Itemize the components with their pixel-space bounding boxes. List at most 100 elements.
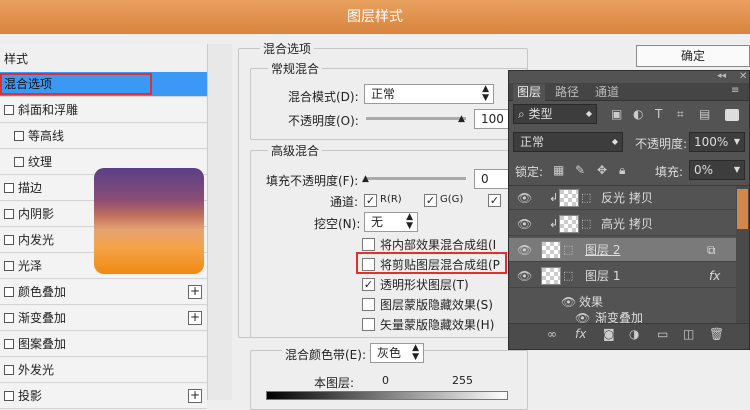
layer-row[interactable]: 👁︎ ↲ ⬚ 高光 拷贝: [509, 212, 736, 236]
style-item-9[interactable]: 渐变叠加 +: [0, 306, 207, 331]
lock-transparency-icon[interactable]: ▦: [553, 163, 564, 177]
layer-row[interactable]: 👁︎ ⬚ 图层 1 fx: [509, 264, 736, 288]
smart-filter-icon[interactable]: ▤: [699, 107, 710, 121]
gradient-bar[interactable]: [266, 391, 508, 400]
mask-icon[interactable]: ◙: [603, 327, 615, 341]
lock-move-icon[interactable]: ✥: [597, 163, 607, 177]
style-item-8[interactable]: 颜色叠加 +: [0, 280, 207, 305]
style-item-label: 等高线: [28, 129, 65, 143]
layer-fill-input[interactable]: 0% ▼: [689, 160, 745, 180]
shape-filter-icon[interactable]: ⌗: [677, 107, 684, 122]
highlight-box: [356, 252, 507, 274]
blend-option-checkbox[interactable]: [362, 238, 375, 251]
style-item-label: 内发光: [18, 233, 55, 247]
type-filter-icon[interactable]: T: [655, 107, 662, 121]
style-item-checkbox[interactable]: [4, 339, 14, 349]
channel-b-checkbox[interactable]: ✓: [488, 194, 501, 207]
fill-slider[interactable]: [366, 177, 466, 180]
filter-toggle-icon[interactable]: [725, 109, 739, 121]
style-item-checkbox[interactable]: [4, 287, 14, 297]
lock-label: 锁定:: [515, 165, 544, 179]
style-item-2[interactable]: 等高线: [0, 124, 207, 149]
group-icon[interactable]: ▭: [657, 327, 668, 341]
scroll-thumb[interactable]: [737, 189, 748, 229]
tab-channels[interactable]: 通道: [591, 84, 623, 101]
slider-handle-icon[interactable]: ▲: [362, 174, 369, 184]
close-icon[interactable]: ✕: [739, 71, 747, 82]
updown-icon: ▲ ▼: [482, 84, 489, 103]
style-item-1[interactable]: 斜面和浮雕: [0, 98, 207, 123]
lock-all-icon[interactable]: 🔒︎: [619, 163, 625, 178]
new-layer-icon[interactable]: ◫: [683, 327, 694, 341]
add-style-icon[interactable]: +: [188, 389, 202, 403]
style-item-label: 渐变叠加: [18, 311, 67, 325]
fill-opacity-label: 填充不透明度(F):: [266, 174, 359, 188]
layer-thumbnail[interactable]: [559, 189, 579, 207]
style-item-checkbox[interactable]: [4, 235, 14, 245]
style-item-checkbox[interactable]: [4, 261, 14, 271]
style-item-checkbox[interactable]: [4, 365, 14, 375]
layer-thumbnail[interactable]: [541, 241, 561, 259]
vector-mask-icon[interactable]: ⬚: [563, 238, 573, 262]
tab-paths[interactable]: 路径: [551, 84, 583, 101]
layer-blend-mode[interactable]: 正常 ◆: [513, 132, 623, 152]
kind-filter[interactable]: ⌕ 类型 ◆: [513, 104, 597, 124]
advanced-blend-title: 高级混合: [268, 142, 323, 159]
blend-option-checkbox[interactable]: ✓: [362, 278, 375, 291]
knockout-label: 挖空(N):: [314, 217, 361, 231]
fill-opacity-input[interactable]: 0: [474, 169, 510, 189]
channel-g-checkbox[interactable]: ✓: [424, 194, 437, 207]
visibility-eye-icon[interactable]: 👁︎: [517, 264, 532, 288]
layer-thumbnail[interactable]: [541, 267, 561, 285]
layer-row[interactable]: 👁︎ ↲ ⬚ 反光 拷贝: [509, 186, 736, 210]
channel-r-checkbox[interactable]: ✓: [364, 194, 377, 207]
link-icon[interactable]: ∞: [547, 327, 557, 341]
panel-menu-icon[interactable]: ≡: [731, 85, 739, 96]
vector-mask-icon[interactable]: ⬚: [581, 212, 591, 236]
layer-thumbnail[interactable]: [559, 215, 579, 233]
blend-if-select[interactable]: 灰色 ▲ ▼: [370, 343, 424, 363]
add-style-icon[interactable]: +: [188, 285, 202, 299]
styles-scrollbar[interactable]: [207, 44, 232, 400]
style-item-checkbox[interactable]: [4, 105, 14, 115]
style-item-checkbox[interactable]: [4, 209, 14, 219]
style-item-11[interactable]: 外发光: [0, 358, 207, 383]
visibility-eye-icon[interactable]: 👁︎: [517, 212, 532, 236]
blend-option-checkbox[interactable]: [362, 298, 375, 311]
lock-paint-icon[interactable]: ✎: [575, 163, 585, 177]
fx-icon[interactable]: fx: [575, 327, 586, 341]
trash-icon[interactable]: 🗑︎: [709, 327, 724, 341]
style-item-12[interactable]: 投影 +: [0, 384, 207, 409]
opacity-slider[interactable]: [366, 117, 466, 120]
updown-icon: ▲ ▼: [412, 343, 419, 362]
style-item-checkbox[interactable]: [4, 183, 14, 193]
blend-option-checkbox[interactable]: [362, 318, 375, 331]
image-filter-icon[interactable]: ▣: [611, 107, 622, 121]
layer-row[interactable]: 👁︎ ⬚ 图层 2 ⧉: [509, 238, 736, 262]
vector-mask-icon[interactable]: ⬚: [581, 186, 591, 210]
style-item-checkbox[interactable]: [4, 313, 14, 323]
blend-mode-select[interactable]: 正常 ▲ ▼: [364, 84, 494, 104]
style-item-label: 颜色叠加: [18, 285, 67, 299]
layers-scrollbar[interactable]: [736, 186, 749, 326]
style-item-checkbox[interactable]: [14, 157, 24, 167]
layer-opacity-input[interactable]: 100% ▼: [689, 132, 745, 152]
slider-handle-icon[interactable]: ▲: [458, 114, 465, 124]
visibility-eye-icon[interactable]: 👁︎: [517, 238, 532, 262]
fx-badge-icon[interactable]: fx: [709, 264, 720, 288]
visibility-eye-icon[interactable]: 👁︎: [517, 186, 532, 210]
vector-mask-icon[interactable]: ⬚: [563, 264, 573, 288]
adjust-filter-icon[interactable]: ◐: [633, 107, 643, 121]
style-item-checkbox[interactable]: [14, 131, 24, 141]
opacity-input[interactable]: 100: [474, 109, 510, 129]
collapse-icon[interactable]: ◂◂: [717, 71, 726, 81]
style-item-10[interactable]: 图案叠加: [0, 332, 207, 357]
adjustment-icon[interactable]: ◑: [629, 327, 639, 341]
highlight-box: [0, 73, 152, 95]
knockout-select[interactable]: 无 ▲ ▼: [364, 212, 418, 232]
layer-blend-mode-value: 正常: [520, 135, 545, 149]
add-style-icon[interactable]: +: [188, 311, 202, 325]
ok-button[interactable]: 确定: [636, 45, 750, 67]
tab-layers[interactable]: 图层: [513, 84, 546, 101]
style-item-label: 纹理: [28, 155, 53, 169]
